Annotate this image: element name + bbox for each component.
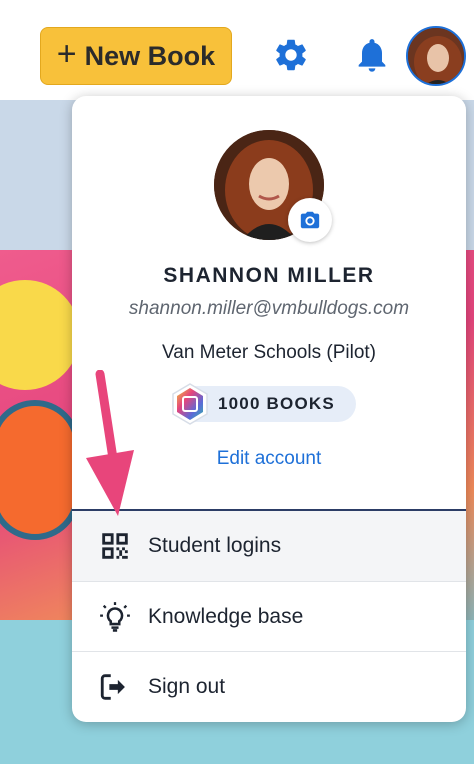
camera-icon (300, 211, 320, 229)
letter-shape (0, 400, 80, 540)
school-name: Van Meter Schools (Pilot) (161, 342, 376, 363)
books-badge-label: 1000 BOOKS (218, 394, 335, 413)
bell-icon[interactable] (352, 34, 392, 76)
gear-icon[interactable] (272, 36, 310, 74)
plus-icon: + (56, 35, 77, 73)
top-bar: + New Book (0, 0, 474, 100)
avatar-photo (408, 28, 464, 84)
menu-item-label: Student logins (148, 534, 282, 557)
menu-item-label: Sign out (148, 674, 226, 698)
user-email: shannon.miller@vmbulldogs.com (128, 298, 410, 319)
new-book-label: New Book (84, 40, 216, 71)
menu-item-label: Knowledge base (148, 604, 304, 628)
menu-item-knowledge-base[interactable]: Knowledge base (72, 581, 466, 651)
qr-code-icon (102, 533, 128, 559)
user-name: SHANNON MILLER (163, 264, 375, 287)
menu-item-sign-out[interactable]: Sign out (72, 651, 466, 721)
annotation-arrow-icon (86, 370, 134, 516)
menu-item-student-logins[interactable]: Student logins (72, 511, 466, 581)
book-creator-hexagon-icon (172, 383, 208, 425)
change-photo-button[interactable] (288, 198, 332, 242)
lightbulb-icon (100, 601, 130, 632)
sign-out-icon (100, 673, 125, 700)
new-book-button[interactable]: + New Book (40, 27, 232, 85)
avatar[interactable] (406, 26, 466, 86)
